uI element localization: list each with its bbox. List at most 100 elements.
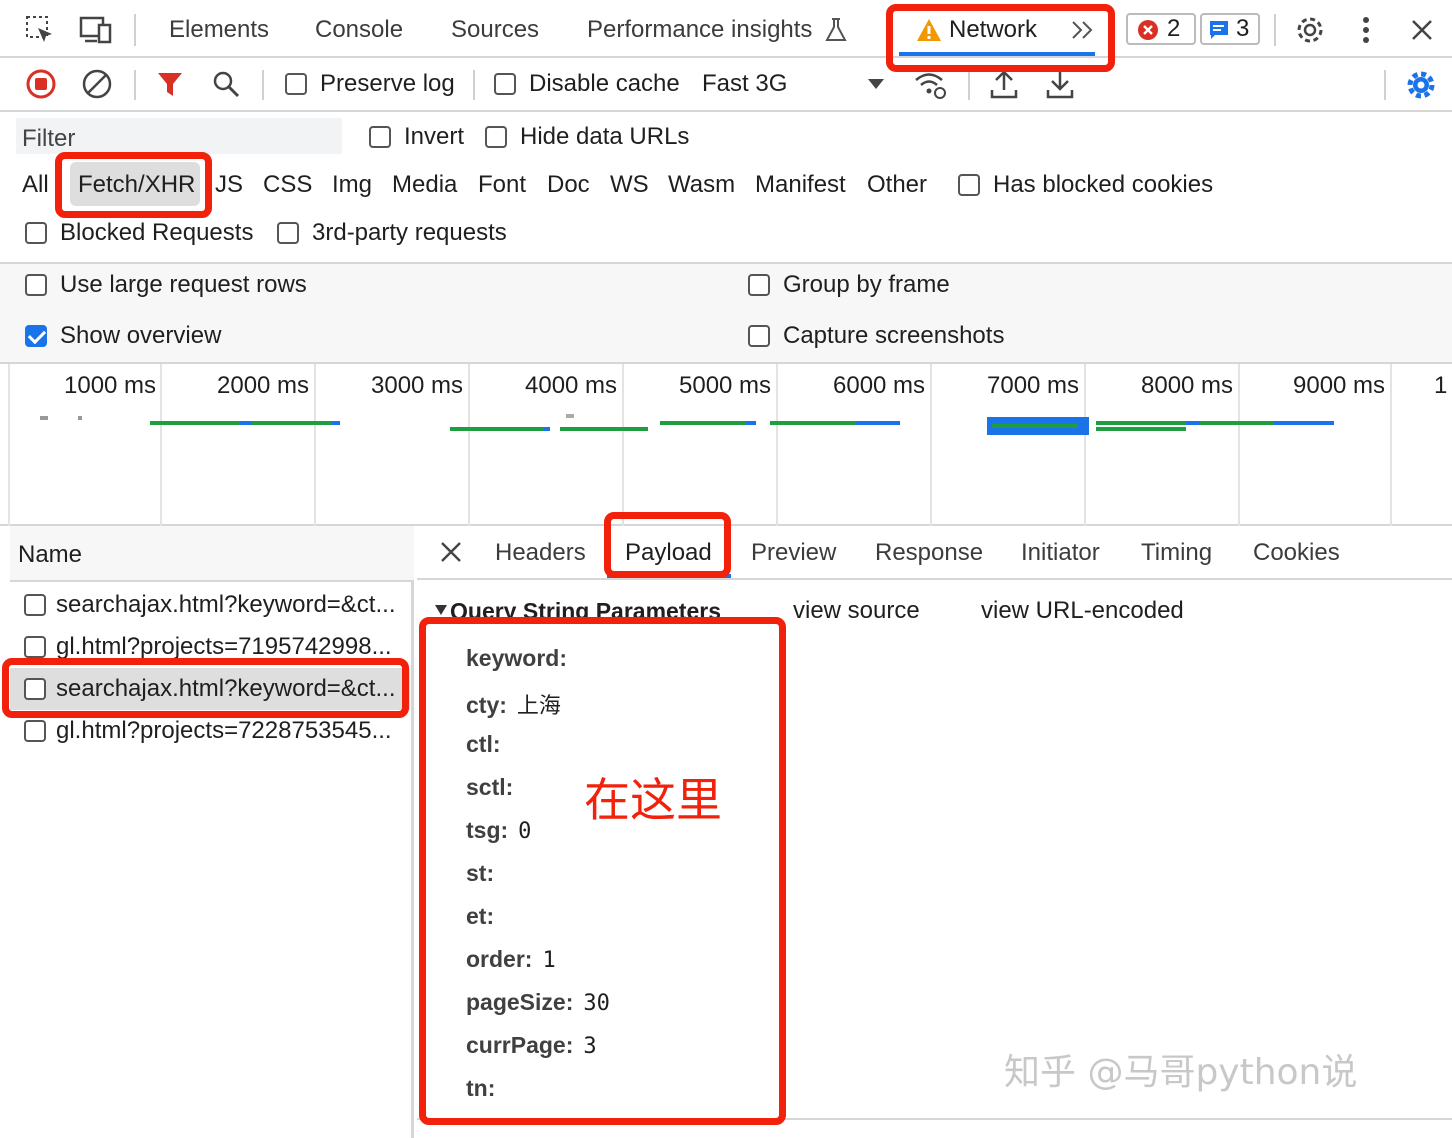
waterfall-segment [992, 424, 1078, 428]
large-rows-label: Use large request rows [60, 271, 307, 298]
waterfall-segment [1096, 427, 1186, 431]
type-filter-css[interactable]: CSS [263, 170, 312, 200]
import-har-upload-icon[interactable] [988, 68, 1020, 102]
export-har-download-icon[interactable] [1044, 68, 1076, 102]
overview-tick: 1000 ms [64, 372, 157, 399]
type-filter-js[interactable]: JS [215, 170, 243, 200]
name-column-header[interactable]: Name [10, 526, 414, 582]
overview-tick: 7000 ms [987, 372, 1080, 399]
settings-gear-icon[interactable] [1292, 12, 1328, 48]
type-filter-manifest[interactable]: Manifest [755, 170, 846, 200]
waterfall-segment [1200, 421, 1274, 425]
waterfall-segment [252, 421, 332, 425]
tab-timing[interactable]: Timing [1141, 538, 1212, 568]
type-filter-other[interactable]: Other [867, 170, 927, 200]
large-rows-checkbox[interactable] [25, 274, 47, 296]
param-row: et: [466, 903, 504, 930]
tab-preview[interactable]: Preview [751, 538, 836, 568]
throttling-select[interactable]: Fast 3G [702, 69, 787, 99]
close-detail-icon[interactable] [437, 538, 465, 566]
tab-response[interactable]: Response [875, 538, 983, 568]
request-detail-tabs: Headers Payload Preview Response Initiat… [417, 526, 1452, 580]
type-filter-fetch-xhr[interactable]: Fetch/XHR [78, 170, 195, 200]
param-row: st: [466, 860, 504, 887]
section-collapse-triangle-icon[interactable] [432, 602, 450, 618]
tab-initiator[interactable]: Initiator [1021, 538, 1100, 568]
type-filter-ws[interactable]: WS [610, 170, 649, 200]
preserve-log-checkbox[interactable] [285, 73, 307, 95]
overview-tick: 4000 ms [525, 372, 618, 399]
request-row[interactable]: gl.html?projects=7195742998... [10, 626, 410, 668]
filter-input[interactable]: Filter [22, 124, 75, 154]
stop-recording-icon[interactable] [24, 67, 58, 101]
request-row-selected[interactable]: searchajax.html?keyword=&ct... [10, 668, 410, 710]
capture-screenshots-checkbox[interactable] [748, 325, 770, 347]
type-filter-all[interactable]: All [22, 170, 49, 200]
show-overview-checkbox[interactable] [25, 325, 47, 347]
devtools-tabbar: Elements Console Sources Performance ins… [0, 0, 1452, 58]
hide-data-urls-checkbox[interactable] [485, 126, 507, 148]
disable-cache-label: Disable cache [529, 70, 680, 97]
waterfall-segment [240, 421, 252, 425]
inspect-element-icon[interactable] [22, 12, 58, 48]
request-row[interactable]: gl.html?projects=7228753545... [10, 710, 410, 752]
type-filter-wasm[interactable]: Wasm [668, 170, 735, 200]
waterfall-segment [770, 421, 856, 425]
param-value: 3 [583, 1034, 597, 1059]
param-key: ctl: [466, 731, 501, 757]
network-settings-gear-icon[interactable] [1404, 68, 1438, 102]
tab-cookies[interactable]: Cookies [1253, 538, 1340, 568]
disable-cache-checkbox[interactable] [494, 73, 516, 95]
tab-headers[interactable]: Headers [495, 538, 586, 568]
third-party-requests-checkbox[interactable] [277, 222, 299, 244]
param-key: currPage: [466, 1032, 574, 1058]
request-row-checkbox[interactable] [24, 594, 46, 616]
type-filter-img[interactable]: Img [332, 170, 372, 200]
filter-funnel-icon[interactable] [154, 68, 186, 100]
tab-network[interactable]: Network [949, 15, 1037, 45]
request-row-checkbox[interactable] [24, 720, 46, 742]
request-row-checkbox[interactable] [24, 636, 46, 658]
tab-elements[interactable]: Elements [169, 15, 269, 45]
device-toolbar-icon[interactable] [78, 12, 114, 48]
detail-bottom-divider [417, 1118, 1452, 1120]
type-filter-doc[interactable]: Doc [547, 170, 590, 200]
close-devtools-icon[interactable] [1406, 14, 1438, 46]
network-conditions-wifi-icon[interactable] [912, 68, 950, 102]
param-key: sctl: [466, 774, 514, 800]
param-row: pageSize: 30 [466, 989, 610, 1016]
request-row-checkbox[interactable] [24, 678, 46, 700]
param-value: 1 [542, 948, 556, 973]
has-blocked-cookies-checkbox[interactable] [958, 174, 980, 196]
request-row[interactable]: searchajax.html?keyword=&ct... [10, 584, 410, 626]
tab-performance-insights[interactable]: Performance insights [587, 15, 812, 45]
tab-console[interactable]: Console [315, 15, 403, 45]
view-url-encoded-link[interactable]: view URL-encoded [981, 596, 1184, 626]
has-blocked-cookies-label: Has blocked cookies [993, 171, 1214, 198]
annotation-here-text: 在这里 [584, 773, 722, 827]
param-key: pageSize: [466, 989, 574, 1015]
clear-icon[interactable] [80, 67, 114, 101]
request-name: gl.html?projects=7195742998... [56, 633, 392, 660]
view-source-link[interactable]: view source [793, 596, 920, 626]
blocked-requests-checkbox[interactable] [25, 222, 47, 244]
chevron-down-icon[interactable] [864, 74, 888, 94]
param-value: 上海 [516, 694, 561, 719]
request-name: gl.html?projects=7228753545... [56, 717, 392, 744]
overview-tick: 9000 ms [1293, 372, 1386, 399]
filter-area: Filter Invert Hide data URLs All Fetch/X… [0, 112, 1452, 264]
more-tabs-chevron-icon[interactable] [1068, 16, 1098, 44]
watermark: 知乎 @马哥python说 [1004, 1052, 1358, 1093]
query-string-section-title[interactable]: Query String Parameters [450, 596, 721, 626]
tab-payload[interactable]: Payload [625, 538, 712, 568]
waterfall-segment [1274, 421, 1334, 425]
type-filter-font[interactable]: Font [478, 170, 526, 200]
waterfall-segment [1096, 421, 1186, 425]
more-options-icon[interactable] [1352, 12, 1380, 48]
search-icon[interactable] [210, 68, 242, 100]
group-by-frame-checkbox[interactable] [748, 274, 770, 296]
type-filter-media[interactable]: Media [392, 170, 457, 200]
tab-sources[interactable]: Sources [451, 15, 539, 45]
invert-checkbox[interactable] [369, 126, 391, 148]
message-icon [1207, 18, 1231, 42]
